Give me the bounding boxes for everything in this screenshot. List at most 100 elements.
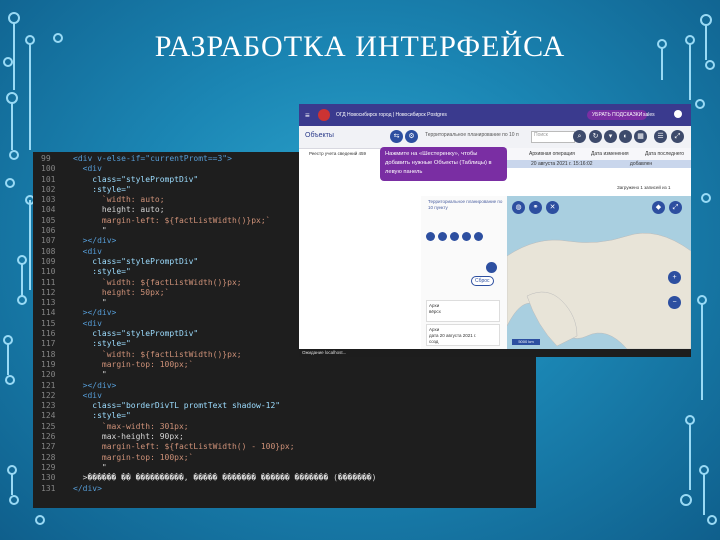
gear-icon[interactable]: ⚙ — [405, 130, 418, 143]
line-number: 109 — [41, 256, 56, 266]
app-toolbar: Объекты ⇆ ⚙ Территориальное планирование… — [299, 126, 691, 149]
code-line: <div — [73, 390, 102, 400]
code-line: >������ �� ����������, ����� ������� ���… — [73, 473, 377, 483]
filter-icon[interactable]: ▾ — [604, 130, 617, 143]
reset-button[interactable]: Сброс — [471, 276, 494, 286]
line-number: 101 — [41, 174, 56, 184]
code-line: max-height: 90px; — [73, 432, 184, 442]
line-number: 119 — [41, 359, 56, 369]
card-line: вёрсх — [429, 309, 441, 314]
table-row[interactable]: 20 августа 2021 г. 15:16:02 добавлен — [507, 160, 691, 168]
objects-label: Объекты — [305, 132, 334, 139]
code-line: ></div> — [73, 380, 117, 390]
line-number: 126 — [41, 432, 56, 442]
line-number: 123 — [41, 401, 56, 411]
line-number-gutter: 99 100 101 102 103 104 105 106 107 108 109 110 111 11… — [33, 154, 71, 494]
code-line: :style=" — [73, 411, 131, 421]
line-number: 113 — [41, 298, 56, 308]
fullscreen-icon[interactable]: ⤢ — [669, 201, 682, 214]
share-icon[interactable]: ⇆ — [390, 130, 403, 143]
line-number: 130 — [41, 473, 56, 483]
line-number: 118 — [41, 349, 56, 359]
code-line: margin-left: ${factListWidth() - 100}px; — [73, 442, 295, 452]
settings-icon[interactable] — [438, 232, 447, 241]
app-title: ОГД Новосибирск город | Новосибирск Post… — [336, 112, 447, 118]
line-number: 106 — [41, 226, 56, 236]
list-item[interactable]: Архи вёрсх — [426, 300, 500, 322]
col-operation[interactable]: Архивная операция — [529, 151, 575, 157]
line-number: 108 — [41, 246, 56, 256]
user-avatar-icon[interactable] — [674, 110, 682, 118]
line-number: 121 — [41, 380, 56, 390]
loaded-count: Загружено 1 записей из 1 — [617, 185, 671, 190]
app-screenshot: ≡ ОГД Новосибирск город | Новосибирск Po… — [299, 104, 691, 357]
line-number: 107 — [41, 236, 56, 246]
line-number: 129 — [41, 462, 56, 472]
code-line: class="borderDivTL promtText shadow-12" — [73, 401, 281, 411]
card-line: созд — [429, 339, 439, 344]
app-logo — [318, 109, 330, 121]
hint-tooltip: Нажмите на «Шестеренку», чтобы добавить … — [380, 147, 507, 181]
side-panel: Территориальное планирование по 10 пункт… — [421, 196, 508, 349]
row-user: добавлен — [629, 161, 653, 167]
code-line: " — [73, 370, 107, 380]
save-icon[interactable] — [474, 232, 483, 241]
map-view[interactable]: ◍ ⚭ ✕ ◆ ⤢ + − 5000 km — [507, 196, 691, 349]
line-number: 105 — [41, 215, 56, 225]
code-line: margin-top: 100px;` — [73, 452, 194, 462]
line-number: 103 — [41, 195, 56, 205]
col-change-date[interactable]: Дата изменения — [591, 151, 629, 157]
panel-icons — [426, 228, 486, 246]
line-number: 99 — [41, 154, 51, 163]
line-number: 116 — [41, 329, 56, 339]
link-icon[interactable]: ⚭ — [529, 201, 542, 214]
hide-hints-button[interactable]: УБРАТЬ ПОДСКАЗКИ — [587, 110, 648, 120]
map-marker-icon[interactable] — [486, 262, 497, 273]
line-number: 117 — [41, 339, 56, 349]
line-number: 111 — [41, 277, 56, 287]
row-date: 20 августа 2021 г. 15:16:02 — [531, 161, 593, 167]
code-line: </div> — [73, 483, 102, 493]
line-number: 122 — [41, 390, 56, 400]
layers-icon[interactable]: ◆ — [652, 201, 665, 214]
expand-icon[interactable]: ⤢ — [671, 130, 684, 143]
search-icon[interactable]: ⌕ — [573, 130, 586, 143]
tools-icon[interactable]: ✕ — [546, 201, 559, 214]
user-name: sales — [643, 112, 655, 118]
line-number: 124 — [41, 411, 56, 421]
refresh-icon[interactable]: ↻ — [589, 130, 602, 143]
code-line: " — [73, 462, 107, 472]
browser-status: Ожидание localhost... — [299, 349, 691, 357]
map-scale: 5000 km — [512, 339, 540, 345]
delete-icon[interactable] — [462, 232, 471, 241]
line-number: 114 — [41, 308, 56, 318]
table-icon[interactable]: ▦ — [634, 130, 647, 143]
map-land — [507, 232, 691, 349]
edit-icon[interactable] — [426, 232, 435, 241]
slide-title: РАЗРАБОТКА ИНТЕРФЕЙСА — [154, 30, 566, 63]
line-number: 104 — [41, 205, 56, 215]
zoom-out-icon[interactable]: − — [668, 296, 681, 309]
list-item[interactable]: Архи дата 20 августа 2021 г. созд — [426, 324, 500, 346]
list-icon[interactable]: ☰ — [654, 130, 667, 143]
app-header: ≡ ОГД Новосибирск город | Новосибирск Po… — [299, 104, 691, 126]
panel-territory-label: Территориальное планирование по 10 пункт… — [428, 199, 503, 210]
search-input[interactable]: Поиск — [531, 131, 575, 143]
globe-icon[interactable]: ◍ — [512, 201, 525, 214]
line-number: 102 — [41, 184, 56, 194]
line-number: 128 — [41, 452, 56, 462]
col-last-date[interactable]: Дата последнего — [645, 151, 684, 157]
code-line: margin-top: 100px;` — [73, 359, 194, 369]
line-number: 110 — [41, 267, 56, 277]
line-number: 100 — [41, 164, 56, 174]
hamburger-menu-icon[interactable]: ≡ — [305, 111, 310, 120]
toggle-icon[interactable]: ◐ — [619, 130, 632, 143]
line-number: 127 — [41, 442, 56, 452]
line-number: 125 — [41, 421, 56, 431]
line-number: 120 — [41, 370, 56, 380]
zoom-in-icon[interactable]: + — [668, 271, 681, 284]
line-number: 112 — [41, 287, 56, 297]
copy-icon[interactable] — [450, 232, 459, 241]
grid-header: Архивная операция Дата изменения Дата по… — [507, 148, 691, 160]
territory-selector[interactable]: Территориальное планирование по 10 п — [425, 132, 519, 138]
